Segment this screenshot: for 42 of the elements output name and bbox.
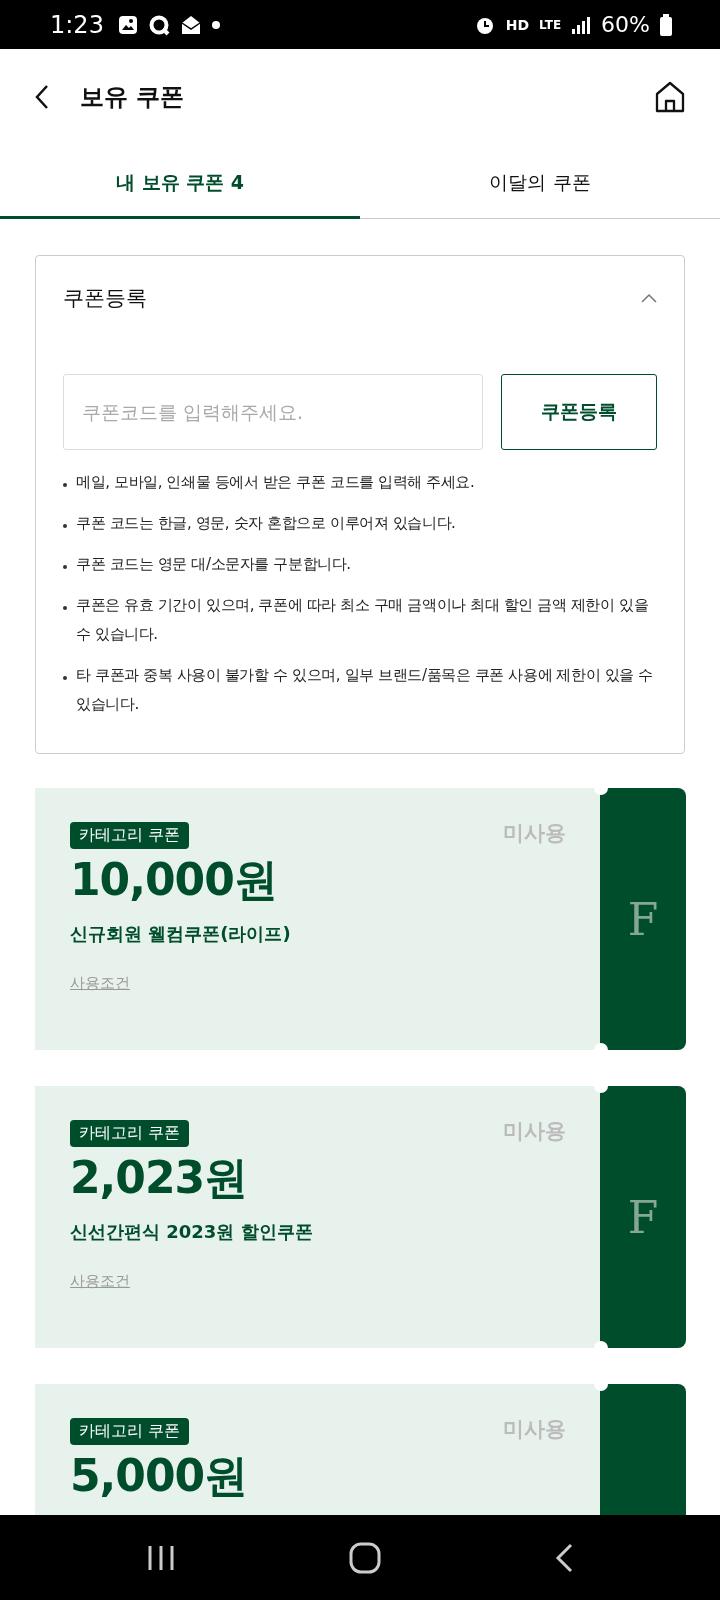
network-label: LTE	[539, 17, 562, 32]
note-text: 타 쿠폰과 중복 사용이 불가할 수 있으며, 일부 브랜드/품목은 쿠폰 사용에 제한이 있을 수 있습니다.	[76, 665, 654, 715]
category-badge: 카테고리 쿠폰	[70, 822, 190, 849]
chevron-icon[interactable]	[641, 293, 657, 303]
battery-percent: 60%	[601, 12, 650, 37]
battery-icon	[660, 13, 672, 36]
page-title: 보유 쿠폰	[80, 82, 185, 113]
note-text: 메일, 모바일, 인쇄물 등에서 받은 쿠폰 코드를 입력해 주세요.	[76, 472, 475, 493]
chat-icon	[147, 13, 170, 36]
bullet-icon	[63, 606, 67, 610]
coupon-amount: 5,000원	[70, 1449, 248, 1503]
status-time: 1:23	[50, 10, 104, 39]
coupon-name: 신선간편식 2023원 할인쿠폰	[70, 1220, 313, 1244]
note-text: 쿠폰 코드는 영문 대/소문자를 구분합니다.	[76, 554, 351, 575]
category-badge: 카테고리 쿠폰	[70, 1418, 190, 1445]
gallery-icon	[117, 14, 138, 35]
back-nav-icon[interactable]	[555, 1542, 573, 1573]
coupon-amount: 10,000원	[70, 853, 277, 907]
brand-logo: F	[627, 893, 659, 945]
register-button[interactable]: 쿠폰등록	[501, 374, 657, 450]
mail-icon	[179, 14, 202, 35]
hd-voice-label: HD	[505, 16, 530, 33]
bullet-icon	[63, 565, 67, 569]
back-icon[interactable]	[34, 84, 50, 110]
panel-title: 쿠폰등록	[63, 285, 147, 312]
coupon-amount: 2,023원	[70, 1151, 248, 1205]
brand-logo: F	[627, 1191, 659, 1243]
coupon-name: 신규회원 웰컴쿠폰(라이프)	[70, 922, 291, 946]
bullet-icon	[63, 524, 67, 528]
tab[interactable]: 내 보유 쿠폰 4	[0, 149, 360, 219]
signal-icon	[571, 14, 592, 35]
note-text: 쿠폰은 유효 기간이 있으며, 쿠폰에 따라 최소 구매 금액이나 최대 할인 금액 제한이 있을 수 있습니다.	[76, 595, 650, 645]
home-icon[interactable]	[655, 81, 685, 113]
dot-icon	[211, 20, 220, 29]
bullet-icon	[63, 676, 67, 680]
tab[interactable]: 이달의 쿠폰	[360, 149, 720, 219]
bullet-icon	[63, 483, 67, 487]
category-badge: 카테고리 쿠폰	[70, 1120, 190, 1147]
home-button-icon[interactable]	[349, 1541, 381, 1574]
recents-icon[interactable]	[147, 1544, 175, 1571]
note-text: 쿠폰 코드는 한글, 영문, 숫자 혼합으로 이루어져 있습니다.	[76, 513, 456, 534]
coupon-code-field[interactable]: 쿠폰코드를 입력해주세요.	[63, 374, 483, 450]
